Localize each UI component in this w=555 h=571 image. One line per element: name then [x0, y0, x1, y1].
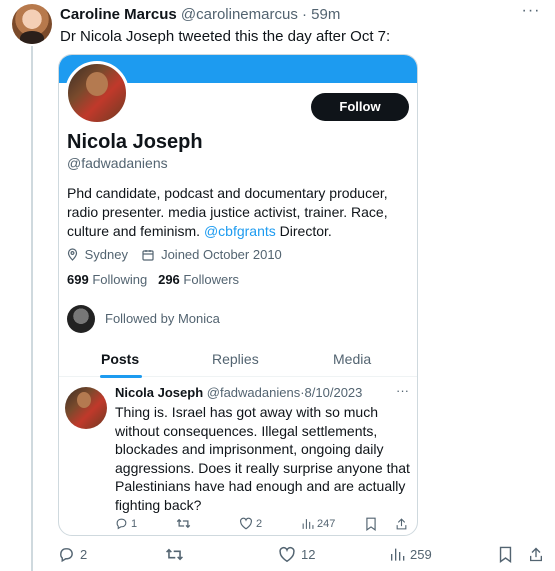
share-icon: [528, 546, 544, 563]
calendar-icon: [142, 247, 155, 262]
repost-icon: [165, 546, 184, 563]
like-count: 12: [301, 547, 316, 562]
bio-tail: Director.: [279, 223, 332, 239]
profile-bio: Phd candidate, podcast and documentary p…: [67, 184, 412, 241]
views-chart-icon: [389, 546, 405, 562]
like-button[interactable]: 12: [278, 546, 315, 563]
reply-count: 2: [80, 547, 88, 562]
embedded-views-button[interactable]: 247: [301, 517, 335, 530]
embedded-reply-count: 1: [131, 517, 138, 530]
views-chart-icon: [301, 517, 314, 530]
embedded-like-count: 2: [256, 517, 263, 530]
profile-tabs: Posts Replies Media: [59, 345, 417, 378]
embedded-bookmark-button[interactable]: [365, 517, 377, 531]
follow-button[interactable]: Follow: [311, 93, 409, 121]
heart-icon: [239, 517, 253, 530]
repost-button[interactable]: [165, 546, 189, 563]
author-handle[interactable]: @carolinemarcus: [181, 6, 298, 23]
following-count[interactable]: 699: [67, 272, 89, 287]
share-button[interactable]: [528, 546, 544, 563]
profile-handle: @fadwadaniens: [67, 155, 168, 171]
meta-separator: ·: [302, 6, 307, 23]
location-pin-icon: [67, 247, 78, 262]
following-label[interactable]: Following: [92, 272, 147, 287]
author-avatar[interactable]: [12, 4, 52, 44]
follower-avatar: [67, 305, 95, 333]
post-text: Dr Nicola Joseph tweeted this the day af…: [60, 28, 391, 45]
embedded-share-button[interactable]: [395, 517, 408, 531]
bookmark-icon: [498, 546, 513, 563]
active-tab-indicator: [100, 375, 142, 378]
embedded-post-header: Nicola Joseph @fadwadaniens·8/10/2023: [115, 385, 362, 400]
repost-icon: [176, 517, 191, 530]
reply-icon: [115, 517, 128, 530]
profile-avatar[interactable]: [65, 61, 129, 125]
embedded-author-name[interactable]: Nicola Joseph: [115, 385, 203, 400]
embedded-post-text: Thing is. Israel has got away with so mu…: [115, 404, 410, 513]
followed-by-text: Followed by Monica: [105, 311, 220, 326]
followers-count[interactable]: 296: [158, 272, 180, 287]
embedded-author-handle[interactable]: @fadwadaniens: [207, 385, 300, 400]
profile-info-row: Sydney Joined October 2010: [67, 247, 282, 262]
thread-line: [31, 46, 33, 571]
embedded-date[interactable]: 8/10/2023: [305, 385, 363, 400]
reply-icon: [58, 546, 75, 563]
tab-media[interactable]: Media: [333, 351, 371, 367]
heart-icon: [278, 546, 296, 563]
reply-button[interactable]: 2: [58, 546, 87, 563]
profile-location: Sydney: [84, 247, 128, 262]
profile-joined: Joined October 2010: [161, 247, 282, 262]
post-action-bar: 2 12 259: [58, 546, 543, 566]
bookmark-button[interactable]: [498, 546, 513, 563]
tab-posts[interactable]: Posts: [101, 351, 139, 367]
post-header: Caroline Marcus @carolinemarcus · 59m: [60, 5, 340, 25]
views-button[interactable]: 259: [389, 546, 432, 562]
profile-card[interactable]: Follow Nicola Joseph @fadwadaniens Phd c…: [58, 54, 418, 536]
profile-name: Nicola Joseph: [67, 131, 203, 153]
tab-replies[interactable]: Replies: [212, 351, 259, 367]
bio-link[interactable]: @cbfgrants: [204, 223, 276, 239]
followers-label[interactable]: Followers: [183, 272, 239, 287]
follow-stats: 699 Following 296 Followers: [67, 272, 239, 287]
share-icon: [395, 517, 408, 531]
embedded-reply-button[interactable]: 1: [115, 517, 137, 530]
embedded-author-avatar[interactable]: [65, 387, 107, 429]
embedded-more-button[interactable]: ···: [396, 383, 409, 398]
bookmark-icon: [365, 517, 377, 531]
embedded-action-bar: 1 2 247: [115, 517, 415, 533]
embedded-repost-button[interactable]: [176, 517, 194, 530]
embedded-views-count: 247: [317, 517, 336, 530]
author-name[interactable]: Caroline Marcus: [60, 6, 177, 23]
more-options-button[interactable]: ···: [521, 3, 541, 24]
views-count: 259: [410, 546, 432, 562]
post-time[interactable]: 59m: [311, 6, 340, 23]
embedded-like-button[interactable]: 2: [239, 517, 262, 530]
